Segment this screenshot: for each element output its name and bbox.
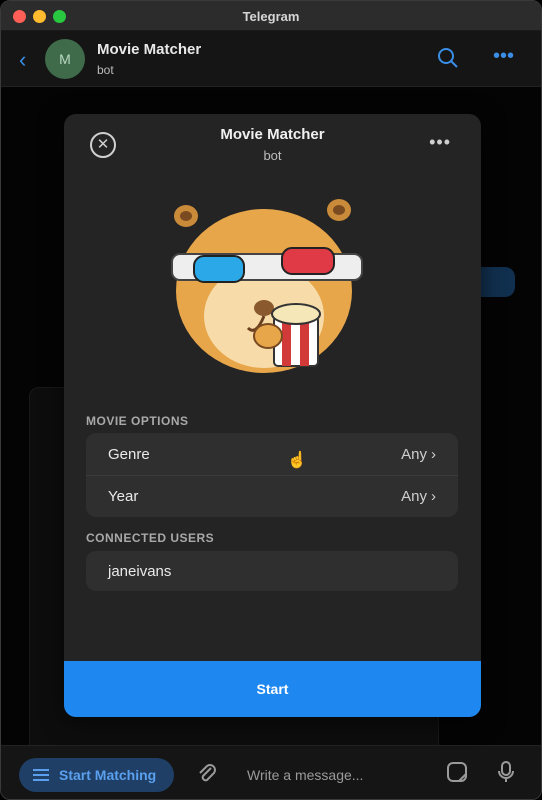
connected-users-group: janeivans	[86, 551, 458, 591]
bot-menu-label: Start Matching	[59, 767, 157, 783]
title-bar: Telegram	[1, 1, 541, 31]
paperclip-icon[interactable]	[197, 762, 217, 790]
window-title: Telegram	[242, 9, 300, 24]
microphone-icon[interactable]	[497, 760, 515, 790]
genre-value: Any	[401, 445, 427, 463]
search-icon[interactable]	[437, 47, 459, 75]
year-option-row[interactable]: Year Any ›	[86, 475, 458, 517]
chevron-right-icon: ›	[431, 488, 436, 505]
connected-users-label: CONNECTED USERS	[86, 531, 215, 545]
bot-menu-button[interactable]: Start Matching	[19, 758, 174, 792]
movie-options-label: MOVIE OPTIONS	[86, 414, 189, 428]
hamster-mascot-sticker	[171, 199, 363, 373]
chat-name[interactable]: Movie Matcher	[97, 41, 201, 58]
connected-user-row: janeivans	[108, 562, 172, 580]
bot-web-app-modal: Movie Matcher bot ✕ ••• MOVIE OPTIONS Ge	[64, 114, 481, 717]
hand-pointer-icon: ☝	[287, 452, 307, 469]
close-icon[interactable]: ✕	[90, 132, 116, 158]
sticker-icon[interactable]	[445, 760, 469, 790]
chevron-right-icon: ›	[431, 445, 436, 463]
menu-icon	[33, 769, 49, 781]
telegram-window: Telegram ‹ M Movie Matcher bot ••• Start…	[0, 0, 542, 800]
movie-options-group: Genre Any › Year Any ›	[86, 433, 458, 517]
chat-status: bot	[97, 63, 114, 77]
genre-label: Genre	[108, 445, 150, 463]
modal-title: Movie Matcher	[220, 126, 325, 143]
avatar[interactable]: M	[45, 39, 85, 79]
start-button[interactable]: Start	[64, 661, 481, 717]
genre-option-row[interactable]: Genre Any ›	[86, 433, 458, 475]
year-value: Any	[401, 488, 427, 505]
more-icon[interactable]: •••	[493, 45, 514, 68]
chevron-left-icon[interactable]: ‹	[19, 47, 26, 73]
modal-subtitle: bot	[263, 148, 282, 163]
message-input[interactable]	[237, 758, 417, 792]
more-icon[interactable]: •••	[429, 132, 451, 153]
message-composer: Start Matching	[1, 745, 541, 799]
year-label: Year	[108, 488, 139, 505]
chat-header: ‹ M Movie Matcher bot •••	[1, 31, 541, 87]
